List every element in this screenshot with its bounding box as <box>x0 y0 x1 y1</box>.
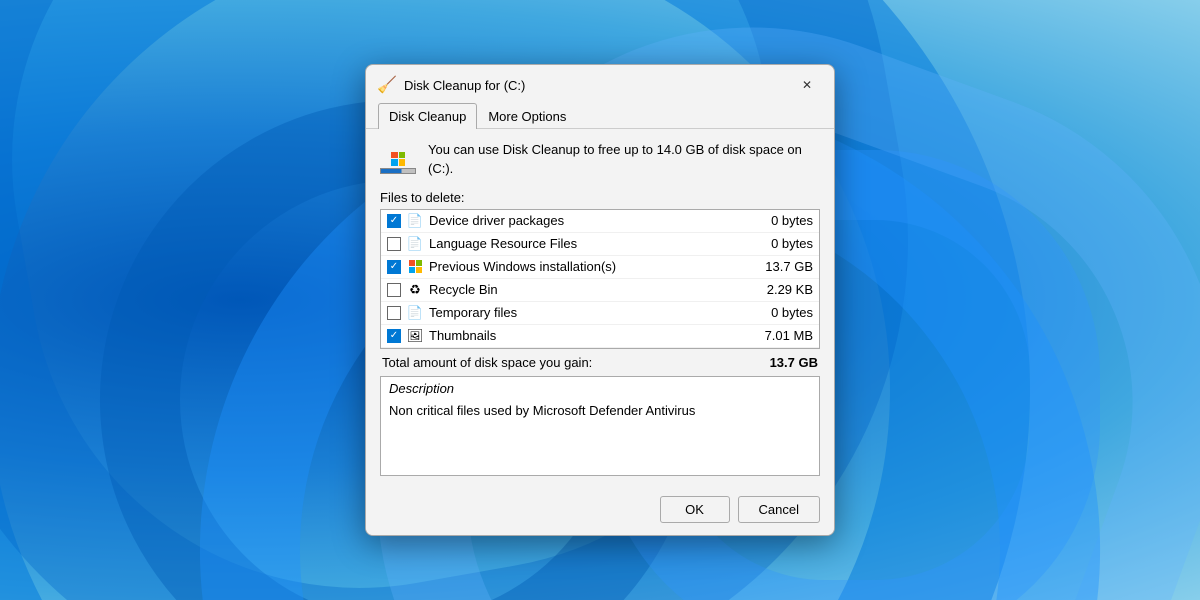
tab-more-options[interactable]: More Options <box>477 103 577 129</box>
file-item-recycle-bin[interactable]: ♻ Recycle Bin 2.29 KB <box>381 279 819 302</box>
description-label: Description <box>381 377 819 398</box>
file-size-previous-windows: 13.7 GB <box>757 259 813 274</box>
description-text: Non critical files used by Microsoft Def… <box>381 398 819 428</box>
close-button[interactable]: ✕ <box>792 73 822 97</box>
description-section: Description Non critical files used by M… <box>380 376 820 476</box>
header-section: You can use Disk Cleanup to free up to 1… <box>380 141 820 177</box>
file-size-recycle-bin: 2.29 KB <box>759 282 813 297</box>
header-description: You can use Disk Cleanup to free up to 1… <box>428 141 820 177</box>
file-icon-temporary-files: 📄 <box>407 305 423 321</box>
file-icon-language-resource: 📄 <box>407 236 423 252</box>
file-name-recycle-bin: Recycle Bin <box>429 282 753 297</box>
disk-cleanup-dialog: 🧹 Disk Cleanup for (C:) ✕ Disk Cleanup M… <box>365 64 835 535</box>
file-name-language-resource: Language Resource Files <box>429 236 757 251</box>
checkbox-device-drivers[interactable]: ✓ <box>387 214 401 228</box>
cancel-button[interactable]: Cancel <box>738 496 820 523</box>
total-value: 13.7 GB <box>770 355 818 370</box>
file-size-device-drivers: 0 bytes <box>763 213 813 228</box>
buttons-row: OK Cancel <box>366 488 834 535</box>
file-name-thumbnails: Thumbnails <box>429 328 751 343</box>
disk-icon-area <box>380 141 416 174</box>
file-size-thumbnails: 7.01 MB <box>757 328 813 343</box>
windows-logo-icon <box>391 152 405 166</box>
dialog-overlay: 🧹 Disk Cleanup for (C:) ✕ Disk Cleanup M… <box>0 0 1200 600</box>
file-name-temporary-files: Temporary files <box>429 305 757 320</box>
windows-icon <box>409 260 422 273</box>
ok-button[interactable]: OK <box>660 496 730 523</box>
file-item-previous-windows[interactable]: ✓ Previous Windows installation(s) 13.7 … <box>381 256 819 279</box>
app-icon: 🧹 <box>378 76 396 94</box>
files-to-delete-label: Files to delete: <box>380 190 820 205</box>
file-item-thumbnails[interactable]: ✓ 🖼 Thumbnails 7.01 MB <box>381 325 819 348</box>
file-item-temporary-files[interactable]: 📄 Temporary files 0 bytes <box>381 302 819 325</box>
dialog-content: You can use Disk Cleanup to free up to 1… <box>366 129 834 487</box>
thumbnails-icon: 🖼 <box>407 328 423 344</box>
checkbox-language-resource[interactable] <box>387 237 401 251</box>
file-name-device-drivers: Device driver packages <box>429 213 757 228</box>
total-label: Total amount of disk space you gain: <box>382 355 592 370</box>
title-bar: 🧹 Disk Cleanup for (C:) ✕ <box>366 65 834 97</box>
file-size-temporary-files: 0 bytes <box>763 305 813 320</box>
checkbox-thumbnails[interactable]: ✓ <box>387 329 401 343</box>
title-bar-left: 🧹 Disk Cleanup for (C:) <box>378 76 525 94</box>
checkbox-previous-windows[interactable]: ✓ <box>387 260 401 274</box>
window-title: Disk Cleanup for (C:) <box>404 78 525 93</box>
tab-disk-cleanup[interactable]: Disk Cleanup <box>378 103 477 129</box>
tab-bar: Disk Cleanup More Options <box>366 99 834 129</box>
file-item-device-drivers[interactable]: ✓ 📄 Device driver packages 0 bytes <box>381 210 819 233</box>
disk-bar <box>380 168 416 174</box>
total-section: Total amount of disk space you gain: 13.… <box>380 349 820 376</box>
file-item-language-resource[interactable]: 📄 Language Resource Files 0 bytes <box>381 233 819 256</box>
checkbox-recycle-bin[interactable] <box>387 283 401 297</box>
file-icon-device-drivers: 📄 <box>407 213 423 229</box>
files-list[interactable]: ✓ 📄 Device driver packages 0 bytes 📄 Lan… <box>380 209 820 349</box>
file-icon-previous-windows <box>407 259 423 275</box>
file-size-language-resource: 0 bytes <box>763 236 813 251</box>
recycle-bin-icon: ♻ <box>407 282 423 298</box>
disk-icon <box>391 141 405 166</box>
file-name-previous-windows: Previous Windows installation(s) <box>429 259 751 274</box>
checkbox-temporary-files[interactable] <box>387 306 401 320</box>
